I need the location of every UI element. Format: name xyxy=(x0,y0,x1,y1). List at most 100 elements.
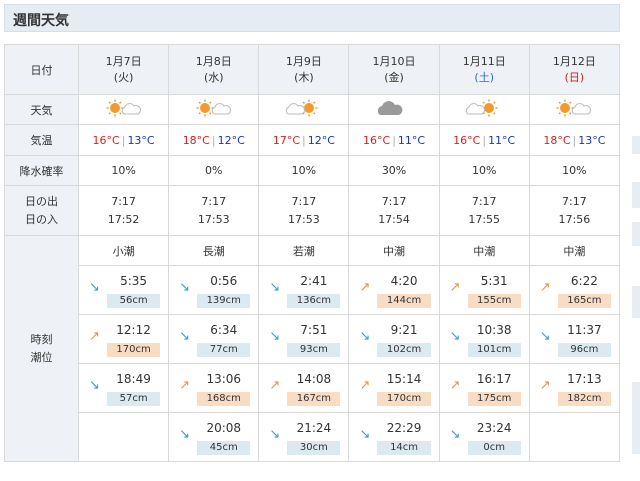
falling-arrow-icon: ↘ xyxy=(449,427,461,442)
tide-row: ↘ 20:08 45cm ↘ 21:24 30cm ↘ 22:29 14cm ↘ 23:24 0cm xyxy=(5,412,621,462)
sunset-time: 17:54 xyxy=(378,212,410,226)
tide-cell: ↘ 9:21 102cm xyxy=(348,314,440,364)
date-text: 1月11日 xyxy=(462,54,506,68)
tide-cell xyxy=(528,412,621,462)
rising-arrow-icon: ↗ xyxy=(359,378,371,393)
day-of-week: (水) xyxy=(203,70,224,84)
high-temp: 18°C xyxy=(543,133,571,147)
rising-arrow-icon: ↗ xyxy=(359,280,371,295)
date-row: 日付 1月7日 (火) 1月8日 (水) 1月9日 (木) 1月10日 (金) 1月11日 (土)… xyxy=(4,44,621,95)
sunny-then-cloudy-icon xyxy=(556,98,592,121)
rain-row: 降水確率 10% 0% 10% 30% 10% 10% xyxy=(4,155,621,186)
temperature-row: 気温 16°C | 13°C 18°C | 12°C 17°C | 12°C 16°C | 11°C 1… xyxy=(4,124,621,156)
tide-height: 101cm xyxy=(467,343,521,357)
date-label: 日付 xyxy=(4,44,79,95)
sunrise-time: 7:17 xyxy=(381,194,407,208)
tide-name: 若潮 xyxy=(258,235,350,266)
temp-separator: | xyxy=(572,133,577,147)
weather-cell xyxy=(258,94,350,125)
rain-probability: 10% xyxy=(77,155,170,186)
falling-arrow-icon: ↘ xyxy=(269,280,281,295)
tide-cell: ↘ 6:34 77cm xyxy=(168,314,260,364)
temp-label: 気温 xyxy=(4,124,79,156)
tide-cell: ↘ 2:41 136cm xyxy=(258,265,350,315)
sun-label: 日の出 日の入 xyxy=(4,185,79,236)
tide-time: 5:35 xyxy=(120,274,148,288)
tide-cell xyxy=(77,412,170,462)
tide-name-row: 時刻 潮位 小潮 長潮 若潮 中潮 中潮 中潮 xyxy=(4,235,621,462)
tide-name: 中潮 xyxy=(528,235,621,266)
weather-cell xyxy=(348,94,440,125)
rain-probability: 10% xyxy=(258,155,350,186)
sunset-time: 17:55 xyxy=(468,212,501,226)
sunset-label: 日の入 xyxy=(25,212,58,226)
falling-arrow-icon: ↘ xyxy=(269,427,281,442)
high-temp: 18°C xyxy=(182,133,210,147)
low-temp: 13°C xyxy=(578,133,606,147)
tide-time: 6:34 xyxy=(210,323,238,337)
tide-time: 15:14 xyxy=(386,372,422,386)
falling-arrow-icon: ↘ xyxy=(179,280,191,295)
tide-time: 23:24 xyxy=(476,421,512,435)
rising-arrow-icon: ↗ xyxy=(449,378,461,393)
sunrise-time: 7:17 xyxy=(291,194,317,208)
sunny-then-cloudy-icon xyxy=(106,98,142,121)
tide-time: 13:06 xyxy=(206,372,242,386)
high-temp: 16°C xyxy=(92,133,120,147)
temp-separator: | xyxy=(211,133,216,147)
rising-arrow-icon: ↗ xyxy=(539,280,551,295)
sunrise-time: 7:17 xyxy=(201,194,227,208)
tide-time: 12:12 xyxy=(116,323,151,337)
tide-cell: ↗ 15:14 170cm xyxy=(348,363,440,413)
sunset-time: 17:53 xyxy=(197,212,230,226)
low-temp: 13°C xyxy=(127,133,155,147)
temperature-cell: 18°C | 12°C xyxy=(168,124,260,156)
sun-times: 7:17 17:55 xyxy=(438,185,530,236)
tide-height: 45cm xyxy=(197,441,251,455)
falling-arrow-icon: ↘ xyxy=(539,329,551,344)
temp-separator: | xyxy=(392,133,396,147)
sun-times: 7:17 17:56 xyxy=(528,185,621,236)
edge-strip xyxy=(632,136,640,154)
falling-arrow-icon: ↘ xyxy=(89,378,100,393)
high-temp: 16°C xyxy=(453,133,481,147)
rain-probability: 0% xyxy=(168,155,260,186)
tide-name: 中潮 xyxy=(348,235,440,266)
tide-row: ↘ 5:35 56cm ↘ 0:56 139cm ↘ 2:41 136cm ↗ 4:20 144cm ↗… xyxy=(5,265,621,315)
tide-time: 14:08 xyxy=(296,372,332,386)
cloudy-then-sunny-icon xyxy=(466,98,502,121)
temperature-cell: 17°C | 12°C xyxy=(258,124,350,156)
sunrise-label: 日の出 xyxy=(25,194,58,208)
sunrise-time: 7:17 xyxy=(471,194,497,208)
tide-height: 57cm xyxy=(107,392,161,406)
tide-height: 165cm xyxy=(557,294,611,308)
edge-strip xyxy=(632,182,640,208)
falling-arrow-icon: ↘ xyxy=(179,427,191,442)
tide-height: 93cm xyxy=(287,343,341,357)
tide-cell: ↗ 17:13 182cm xyxy=(528,363,621,413)
date-text: 1月7日 xyxy=(105,54,142,68)
tide-cell: ↘ 10:38 101cm xyxy=(438,314,530,364)
tide-time: 10:38 xyxy=(476,323,512,337)
tide-time: 16:17 xyxy=(476,372,512,386)
day-of-week: (金) xyxy=(384,70,404,84)
falling-arrow-icon: ↘ xyxy=(89,280,100,295)
tide-height: 102cm xyxy=(377,343,431,357)
tide-height: 30cm xyxy=(287,441,341,455)
sun-times: 7:17 17:52 xyxy=(77,185,170,236)
temperature-cell: 16°C | 11°C xyxy=(438,124,530,156)
falling-arrow-icon: ↘ xyxy=(269,329,281,344)
tide-time: 7:51 xyxy=(300,323,328,337)
tide-height: 77cm xyxy=(197,343,251,357)
tide-cell: ↗ 5:31 155cm xyxy=(438,265,530,315)
sunset-time: 17:52 xyxy=(107,212,140,226)
tide-time: 17:13 xyxy=(567,372,602,386)
tide-row: ↘ 18:49 57cm ↗ 13:06 168cm ↗ 14:08 167cm ↗ 15:14 17… xyxy=(5,363,621,413)
weather-cell xyxy=(168,94,260,125)
temp-separator: | xyxy=(482,133,487,147)
high-temp: 17°C xyxy=(272,133,301,147)
tide-time: 22:29 xyxy=(386,421,422,435)
day-header: 1月11日 (土) xyxy=(438,44,530,95)
sunset-time: 17:53 xyxy=(288,212,320,226)
day-header: 1月7日 (火) xyxy=(77,44,170,95)
